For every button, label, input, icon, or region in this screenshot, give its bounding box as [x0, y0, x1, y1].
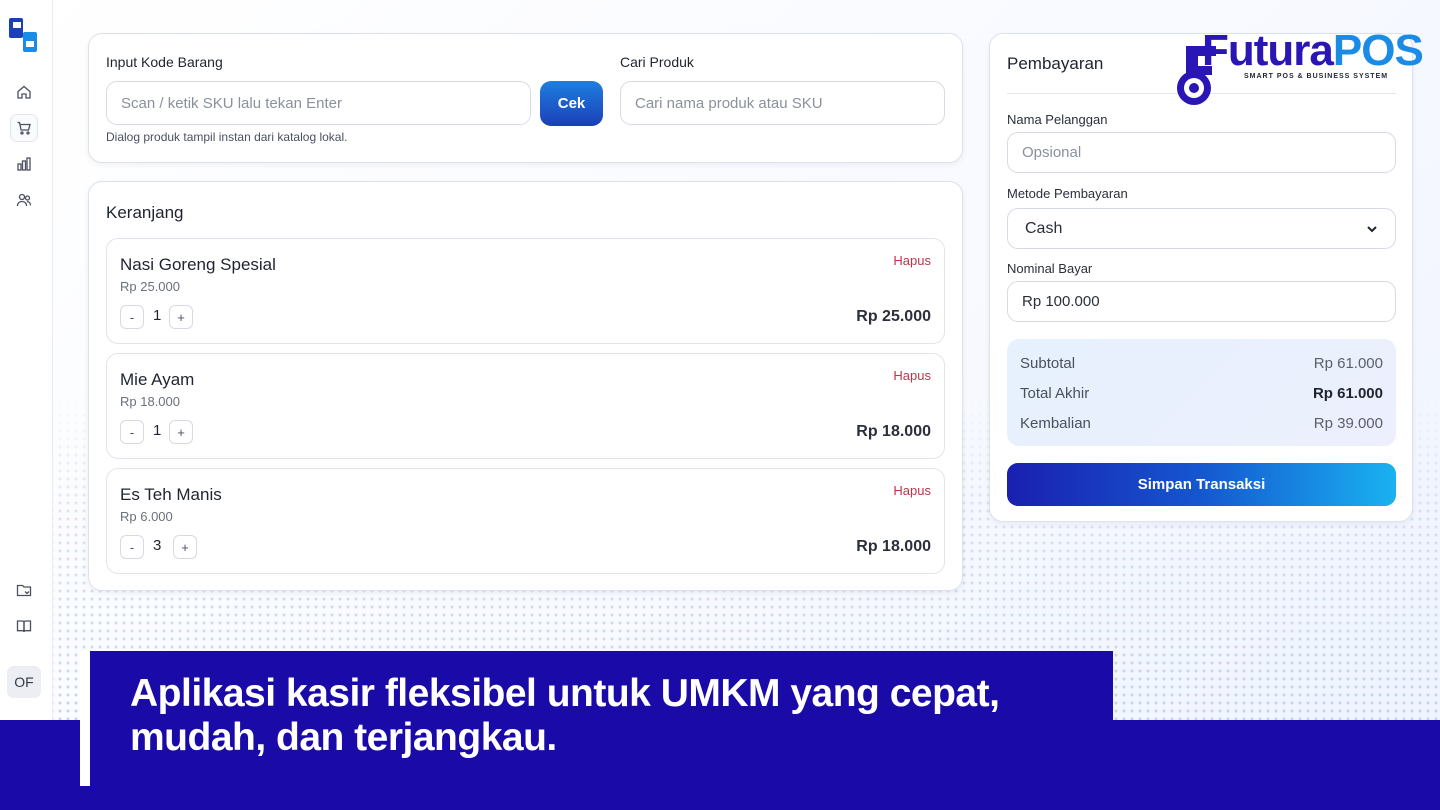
banner-line-1: Aplikasi kasir fleksibel untuk UMKM yang… — [130, 672, 1000, 715]
brand-logo: FuturaPOS SMART POS & BUSINESS SYSTEM — [1172, 26, 1424, 110]
save-transaction-button[interactable]: Simpan Transaksi — [1007, 463, 1396, 506]
sidebar-item-cart[interactable] — [10, 114, 38, 142]
sidebar-item-files[interactable] — [10, 576, 38, 604]
app-logo-icon — [9, 18, 37, 52]
item-qty: 1 — [153, 422, 162, 439]
method-label: Metode Pembayaran — [1007, 186, 1128, 201]
delete-button[interactable]: Hapus — [893, 483, 931, 498]
subtotal-value: Rp 61.000 — [1313, 355, 1383, 372]
change-row: Kembalian Rp 39.000 — [1020, 415, 1383, 432]
item-price: Rp 18.000 — [120, 394, 180, 409]
item-name: Mie Ayam — [120, 370, 195, 389]
total-row: Total Akhir Rp 61.000 — [1020, 385, 1383, 402]
banner-headline: Aplikasi kasir fleksibel untuk UMKM yang… — [130, 672, 1110, 760]
home-icon — [17, 85, 31, 99]
folder-icon — [16, 584, 32, 597]
sidebar-item-guide[interactable] — [10, 612, 38, 640]
customer-label: Nama Pelanggan — [1007, 112, 1108, 127]
subtotal-label: Subtotal — [1020, 355, 1076, 372]
user-avatar[interactable]: OF — [7, 666, 41, 698]
item-name: Es Teh Manis — [120, 485, 222, 504]
item-qty: 1 — [153, 307, 162, 324]
increase-qty-button[interactable]: + — [169, 420, 193, 444]
delete-button[interactable]: Hapus — [893, 368, 931, 383]
sidebar-item-reports[interactable] — [10, 150, 38, 178]
cart-item: Nasi Goreng Spesial Rp 25.000 Hapus - 1 … — [106, 238, 945, 344]
payment-summary: Subtotal Rp 61.000 Total Akhir Rp 61.000… — [1007, 339, 1396, 446]
sidebar-item-users[interactable] — [10, 186, 38, 214]
cart-card: Keranjang Nasi Goreng Spesial Rp 25.000 … — [88, 181, 963, 591]
change-value: Rp 39.000 — [1313, 415, 1383, 432]
payment-method-value: Cash — [1025, 219, 1063, 237]
sku-input[interactable]: Scan / ketik SKU lalu tekan Enter — [106, 81, 531, 125]
search-input[interactable]: Cari nama produk atau SKU — [620, 81, 945, 125]
brand-name-part2: POS — [1332, 26, 1424, 75]
check-button[interactable]: Cek — [540, 81, 603, 126]
total-label: Total Akhir — [1020, 385, 1090, 402]
brand-tagline: SMART POS & BUSINESS SYSTEM — [1244, 73, 1389, 80]
total-value: Rp 61.000 — [1312, 385, 1383, 402]
decrease-qty-button[interactable]: - — [120, 305, 144, 329]
users-icon — [16, 193, 32, 207]
amount-label: Nominal Bayar — [1007, 261, 1093, 276]
brand-name-part1: Futura — [1202, 26, 1334, 75]
brand-name: FuturaPOS — [1202, 26, 1424, 76]
book-icon — [16, 620, 32, 633]
cart-title: Keranjang — [106, 203, 184, 222]
search-label: Cari Produk — [620, 54, 694, 70]
delete-button[interactable]: Hapus — [893, 253, 931, 268]
subtotal-row: Subtotal Rp 61.000 — [1020, 355, 1383, 372]
sidebar: OF — [0, 0, 53, 720]
product-input-card: Input Kode Barang Scan / ketik SKU lalu … — [88, 33, 963, 163]
item-name: Nasi Goreng Spesial — [120, 255, 276, 274]
chevron-down-icon — [1367, 225, 1377, 232]
input-hint: Dialog produk tampil instan dari katalog… — [106, 130, 348, 144]
cart-item: Es Teh Manis Rp 6.000 Hapus - 3 + Rp 18.… — [106, 468, 945, 574]
customer-name-input[interactable]: Opsional — [1007, 132, 1396, 173]
payment-method-select[interactable]: Cash — [1007, 208, 1396, 249]
item-total: Rp 18.000 — [856, 423, 931, 440]
code-label: Input Kode Barang — [106, 54, 223, 70]
increase-qty-button[interactable]: + — [173, 535, 197, 559]
item-total: Rp 25.000 — [856, 308, 931, 325]
item-price: Rp 25.000 — [120, 279, 180, 294]
item-qty: 3 — [153, 537, 162, 554]
chart-icon — [17, 157, 31, 171]
change-label: Kembalian — [1020, 415, 1091, 432]
decrease-qty-button[interactable]: - — [120, 420, 144, 444]
item-total: Rp 18.000 — [856, 538, 931, 555]
decrease-qty-button[interactable]: - — [120, 535, 144, 559]
payment-title: Pembayaran — [1007, 54, 1104, 73]
cart-item: Mie Ayam Rp 18.000 Hapus - 1 + Rp 18.000 — [106, 353, 945, 459]
increase-qty-button[interactable]: + — [169, 305, 193, 329]
cart-icon — [17, 121, 31, 135]
sidebar-item-home[interactable] — [10, 78, 38, 106]
item-price: Rp 6.000 — [120, 509, 173, 524]
amount-input[interactable]: Rp 100.000 — [1007, 281, 1396, 322]
banner-line-2: mudah, dan terjangkau. — [130, 716, 557, 759]
